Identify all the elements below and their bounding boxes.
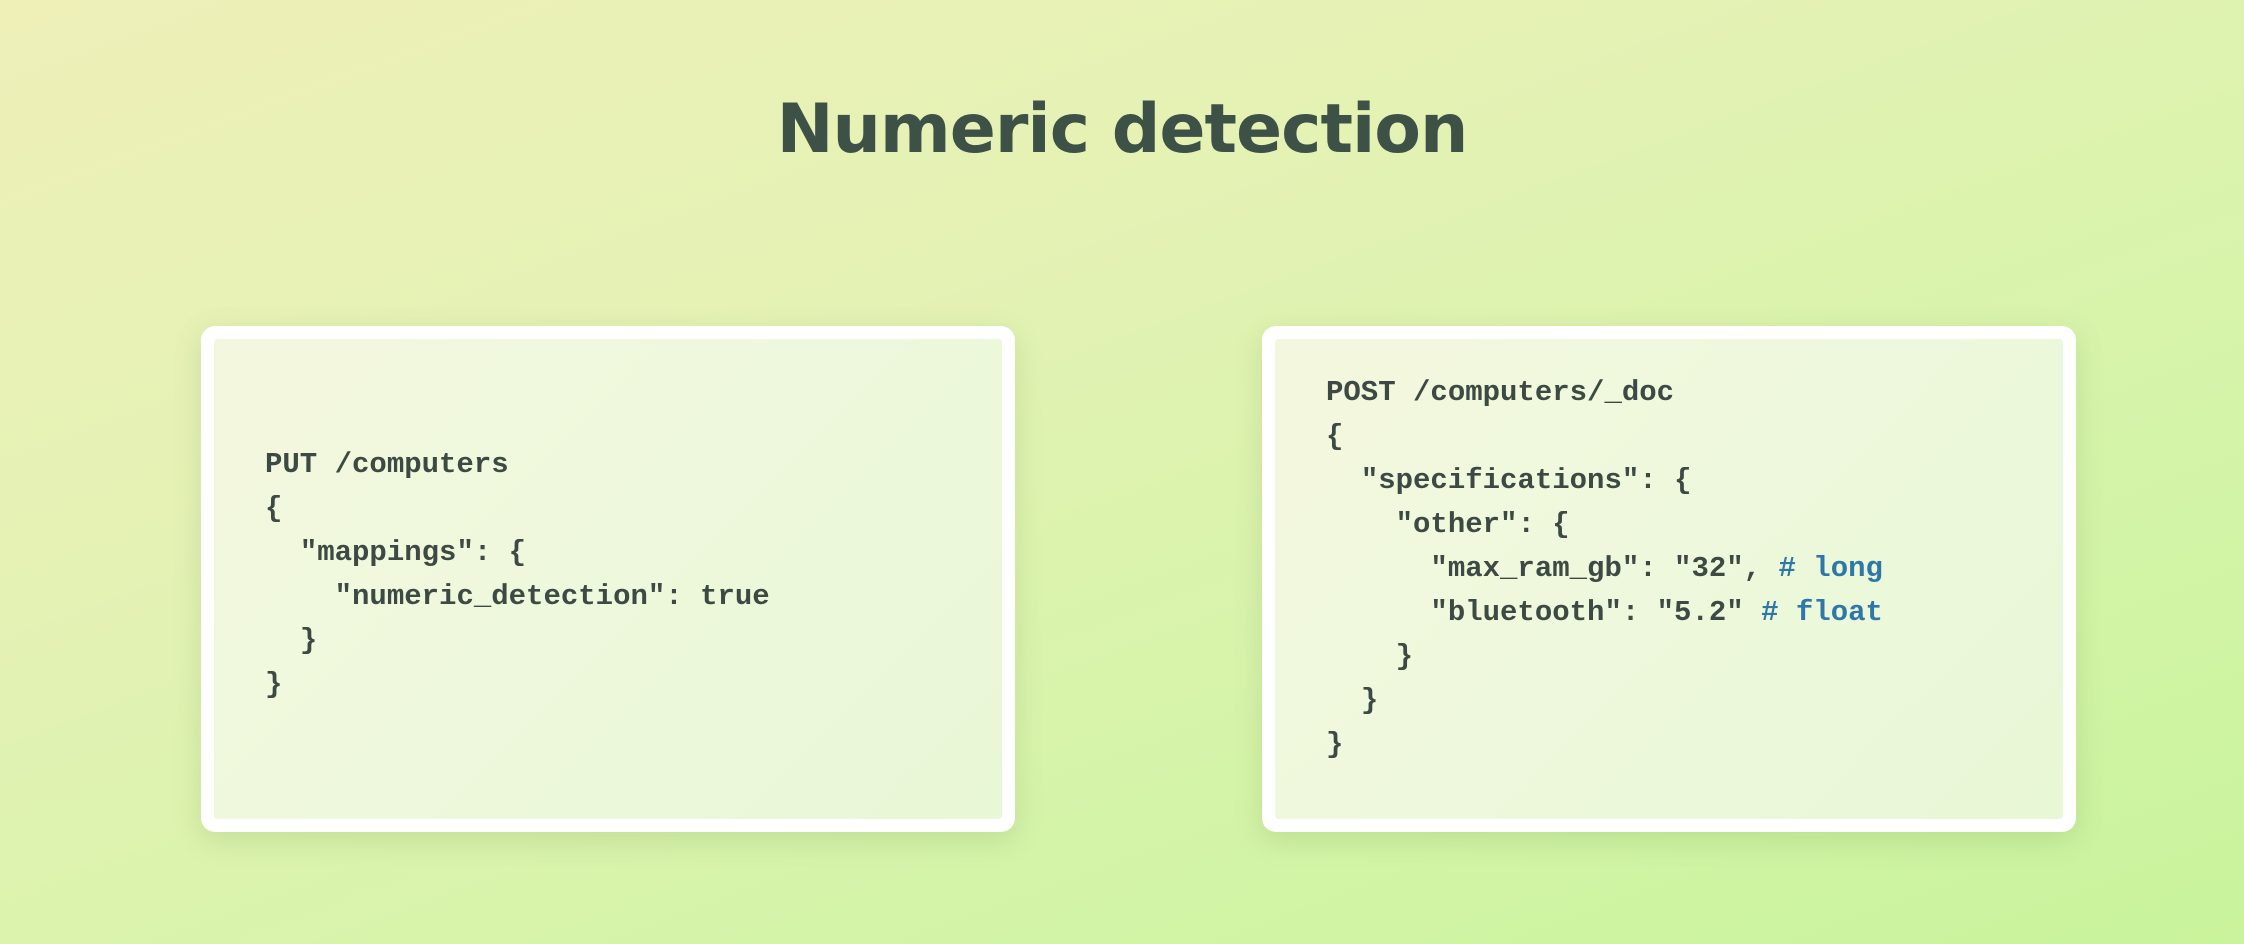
code-text: "specifications": { (1360, 464, 1692, 497)
code-text: "numeric_detection": true (334, 580, 770, 613)
code-text: } (299, 624, 318, 657)
code-text: { (1326, 420, 1344, 453)
code-text: } (265, 668, 283, 701)
code-line: "numeric_detection": true (265, 575, 770, 619)
code-line: } (265, 663, 770, 707)
code-line: PUT /computers (265, 443, 770, 487)
code-text: PUT /computers (265, 448, 509, 481)
code-line: "bluetooth": "5.2" # float (1326, 591, 1883, 635)
code-block-post-document: POST /computers/_doc { "specifications": … (1326, 371, 1883, 767)
code-line: } (265, 619, 770, 663)
code-line: { (265, 487, 770, 531)
code-text: "bluetooth": "5.2" (1430, 596, 1762, 629)
code-line: } (1326, 679, 1883, 723)
code-panel: PUT /computers { "mappings": { "numeric_d… (214, 339, 1002, 819)
code-line: } (1326, 635, 1883, 679)
code-text: "max_ram_gb": "32", (1430, 552, 1779, 585)
code-panel: POST /computers/_doc { "specifications": … (1275, 339, 2063, 819)
code-line: } (1326, 723, 1883, 767)
code-text: } (1326, 728, 1344, 761)
code-line: POST /computers/_doc (1326, 371, 1883, 415)
code-card-mapping-request: PUT /computers { "mappings": { "numeric_d… (201, 326, 1015, 832)
code-text: "mappings": { (299, 536, 527, 569)
code-text: "other": { (1395, 508, 1570, 541)
code-comment: # long (1778, 552, 1883, 585)
code-line: "specifications": { (1326, 459, 1883, 503)
code-text: } (1360, 684, 1379, 717)
code-text: { (265, 492, 283, 525)
code-block-put-mapping: PUT /computers { "mappings": { "numeric_d… (265, 443, 770, 707)
code-card-index-document: POST /computers/_doc { "specifications": … (1262, 326, 2076, 832)
code-text: } (1395, 640, 1414, 673)
slide-title: Numeric detection (776, 90, 1469, 169)
code-line: "max_ram_gb": "32", # long (1326, 547, 1883, 591)
code-line: { (1326, 415, 1883, 459)
code-comment: # float (1761, 596, 1883, 629)
code-line: "other": { (1326, 503, 1883, 547)
code-line: "mappings": { (265, 531, 770, 575)
code-text: POST /computers/_doc (1326, 376, 1675, 409)
